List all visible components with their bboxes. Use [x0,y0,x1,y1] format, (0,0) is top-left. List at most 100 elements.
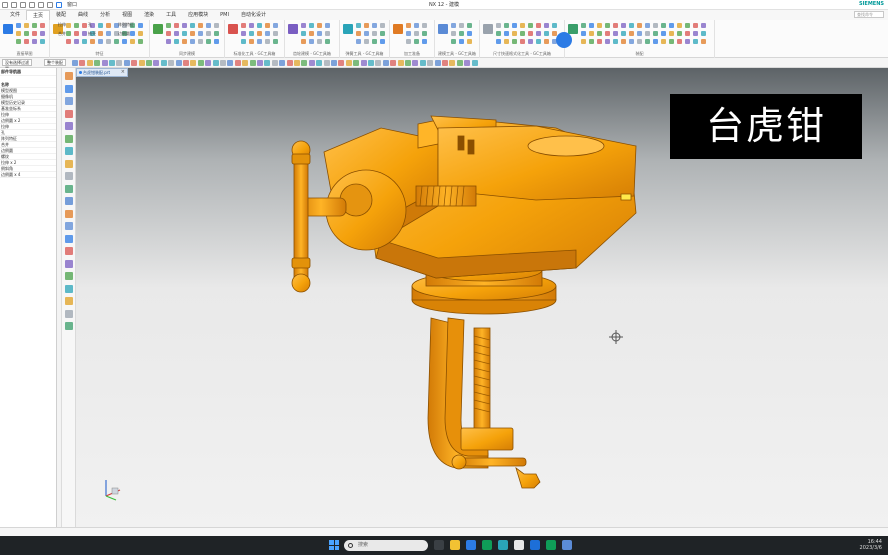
ribbon-command-icon[interactable] [153,24,163,34]
ribbon-tool-icon[interactable] [273,23,278,28]
ribbon-tool-icon[interactable] [74,31,79,36]
selection-tool-icon[interactable] [123,60,130,66]
ribbon-tool-icon[interactable] [512,39,517,44]
ribbon-tool-icon[interactable] [645,23,650,28]
ribbon-tool-icon[interactable] [372,31,377,36]
ribbon-tool-icon[interactable] [581,31,586,36]
selection-tool-icon[interactable] [456,60,463,66]
menu-item-5[interactable]: 视图 [116,10,138,20]
ribbon-tool-icon[interactable] [317,23,322,28]
ribbon-tool-icon[interactable] [512,23,517,28]
resource-tool-icon[interactable] [65,159,73,168]
resource-tool-icon[interactable] [65,147,73,155]
ribbon-tool-icon[interactable] [24,23,29,28]
ribbon-tool-icon[interactable] [98,23,103,28]
selection-tool-icon[interactable] [227,60,234,66]
ribbon-tool-icon[interactable] [16,23,21,28]
selection-tool-icon[interactable] [234,60,241,66]
ribbon-tool-icon[interactable] [677,39,682,44]
ribbon-tool-icon[interactable] [520,31,525,36]
ribbon-command-label[interactable]: 边倒圆 [118,31,130,37]
ribbon-tool-icon[interactable] [605,23,610,28]
selection-tool-icon[interactable] [197,60,204,66]
selection-tool-icon[interactable] [116,60,123,66]
ribbon-tool-icon[interactable] [82,31,87,36]
ribbon-tool-icon[interactable] [467,23,472,28]
ribbon-tool-icon[interactable] [198,23,203,28]
selection-tool-icon[interactable] [205,60,212,66]
ribbon-tool-icon[interactable] [422,39,427,44]
ribbon-tool-icon[interactable] [621,31,626,36]
ribbon-tool-icon[interactable] [693,39,698,44]
ribbon-tool-icon[interactable] [309,23,314,28]
ribbon-tool-icon[interactable] [122,39,127,44]
navigator-row[interactable]: 边倒圆 x 4 [0,172,56,178]
ribbon-command-icon[interactable] [288,24,298,34]
ribbon-tool-icon[interactable] [273,31,278,36]
ribbon-command-icon[interactable] [438,24,448,34]
ribbon-tool-icon[interactable] [190,31,195,36]
ribbon-tool-icon[interactable] [669,31,674,36]
ribbon-tool-icon[interactable] [265,23,270,28]
selection-tool-icon[interactable] [345,60,352,66]
ribbon-command-icon[interactable] [228,24,238,34]
ribbon-tool-icon[interactable] [166,39,171,44]
ribbon-tool-icon[interactable] [130,39,135,44]
selection-tool-icon[interactable] [94,60,101,66]
ribbon-tool-icon[interactable] [24,31,29,36]
ribbon-tool-icon[interactable] [661,39,666,44]
apps-launcher-icon[interactable] [556,32,572,48]
ribbon-tool-icon[interactable] [693,23,698,28]
ribbon-tool-icon[interactable] [637,31,642,36]
ribbon-tool-icon[interactable] [645,31,650,36]
ribbon-tool-icon[interactable] [198,39,203,44]
ribbon-tool-icon[interactable] [301,31,306,36]
selection-tool-icon[interactable] [131,60,138,66]
ribbon-tool-icon[interactable] [301,23,306,28]
ribbon-command-icon[interactable] [483,24,493,34]
ribbon-tool-icon[interactable] [214,31,219,36]
ribbon-tool-icon[interactable] [613,39,618,44]
ribbon-command-label[interactable]: 阵列特征 [118,22,134,28]
ribbon-tool-icon[interactable] [40,31,45,36]
selection-tool-icon[interactable] [397,60,404,66]
system-clock[interactable]: 16:44 2023/3/6 [860,539,882,551]
ribbon-tool-icon[interactable] [669,39,674,44]
ribbon-tool-icon[interactable] [467,39,472,44]
selection-tool-icon[interactable] [286,60,293,66]
ribbon-tool-icon[interactable] [66,39,71,44]
ribbon-tool-icon[interactable] [629,31,634,36]
ribbon-tool-icon[interactable] [528,39,533,44]
ribbon-tool-icon[interactable] [182,31,187,36]
taskbar-search-input[interactable]: 搜索 [344,540,428,551]
ribbon-tool-icon[interactable] [451,39,456,44]
resource-tool-icon[interactable] [65,97,73,105]
menu-item-4[interactable]: 分析 [94,10,116,20]
ribbon-tool-icon[interactable] [257,39,262,44]
resource-tool-icon[interactable] [65,84,73,93]
taskbar-app-icon[interactable] [562,540,572,550]
ribbon-tool-icon[interactable] [257,31,262,36]
taskbar-app-icon[interactable] [482,540,492,550]
ribbon-tool-icon[interactable] [528,31,533,36]
ribbon-tool-icon[interactable] [467,31,472,36]
ribbon-tool-icon[interactable] [174,23,179,28]
ribbon-tool-icon[interactable] [98,39,103,44]
ribbon-tool-icon[interactable] [637,23,642,28]
selection-tool-icon[interactable] [419,60,426,66]
selection-tool-icon[interactable] [353,60,360,66]
ribbon-tool-icon[interactable] [661,31,666,36]
ribbon-tool-icon[interactable] [496,31,501,36]
ribbon-tool-icon[interactable] [544,23,549,28]
selection-filter-select[interactable]: 没有选择过滤器 [2,59,32,71]
ribbon-tool-icon[interactable] [536,39,541,44]
ribbon-tool-icon[interactable] [257,23,262,28]
selection-tool-icon[interactable] [434,60,441,66]
ribbon-tool-icon[interactable] [325,23,330,28]
selection-tool-icon[interactable] [168,60,175,66]
ribbon-tool-icon[interactable] [536,31,541,36]
windows-start-icon[interactable] [329,540,339,550]
selection-tool-icon[interactable] [72,60,78,66]
selection-tool-icon[interactable] [338,60,345,66]
ribbon-tool-icon[interactable] [685,23,690,28]
